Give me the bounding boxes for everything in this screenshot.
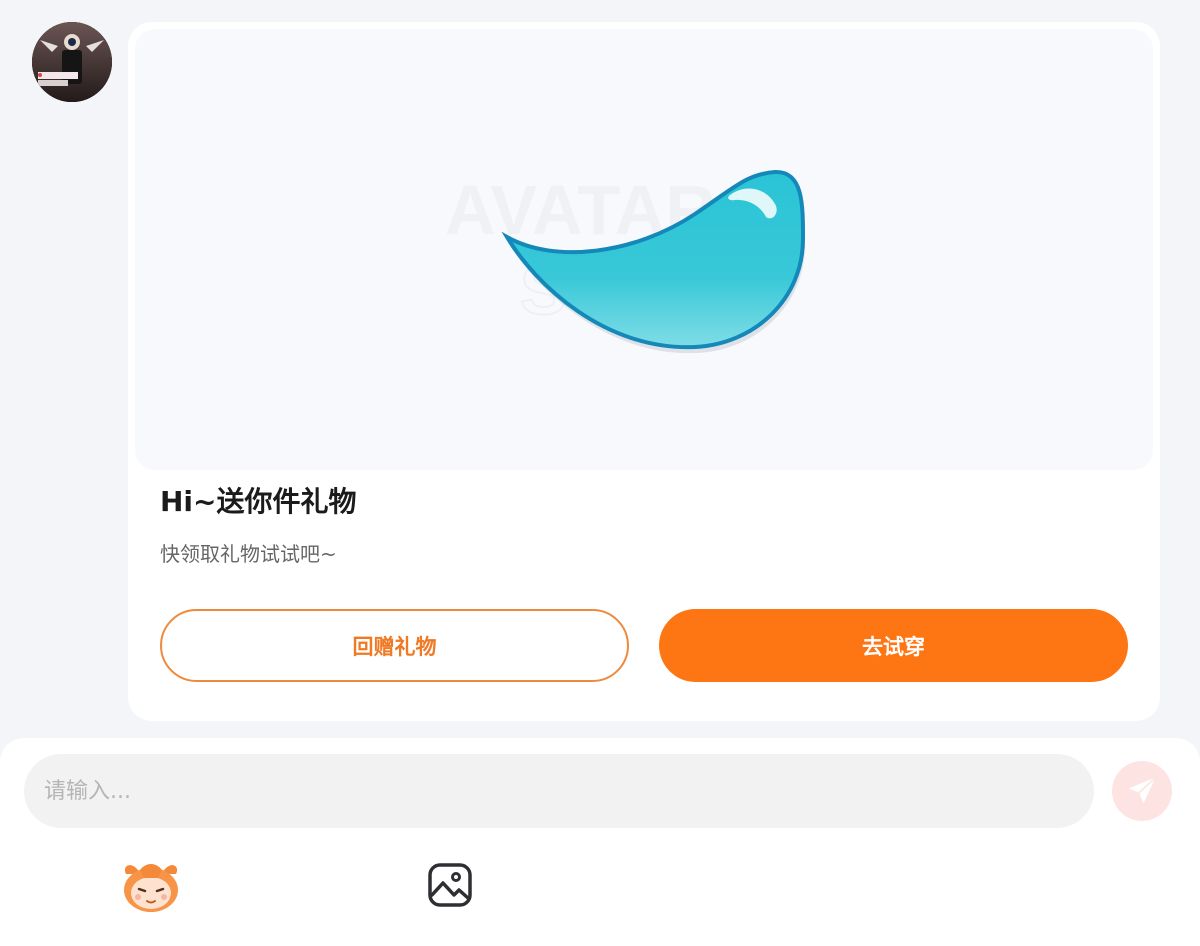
send-button[interactable] bbox=[1112, 761, 1172, 821]
mascot-emoji-icon[interactable] bbox=[120, 860, 182, 914]
return-gift-button[interactable]: 回赠礼物 bbox=[160, 609, 629, 682]
return-gift-label: 回赠礼物 bbox=[352, 634, 437, 659]
gift-title: Hi~送你件礼物 bbox=[160, 485, 357, 518]
user-avatar[interactable] bbox=[32, 22, 112, 102]
gift-preview: AVATAR STORE bbox=[135, 29, 1153, 470]
gift-subtitle: 快领取礼物试试吧~ bbox=[160, 542, 337, 566]
message-input[interactable] bbox=[24, 754, 1094, 828]
image-icon[interactable] bbox=[427, 862, 473, 908]
chat-area: AVATAR STORE Hi~送你件礼物 快领取礼物试试吧~ 回赠礼物 去试穿 bbox=[0, 0, 1200, 740]
composer-bar bbox=[0, 738, 1200, 946]
try-on-label: 去试穿 bbox=[862, 634, 925, 659]
try-on-button[interactable]: 去试穿 bbox=[659, 609, 1128, 682]
water-drop-gift-image: AVATAR STORE bbox=[445, 169, 806, 354]
gift-card: AVATAR STORE Hi~送你件礼物 快领取礼物试试吧~ 回赠礼物 去试穿 bbox=[128, 22, 1160, 721]
avatar-image bbox=[32, 22, 112, 102]
paper-plane-icon bbox=[1128, 776, 1157, 804]
